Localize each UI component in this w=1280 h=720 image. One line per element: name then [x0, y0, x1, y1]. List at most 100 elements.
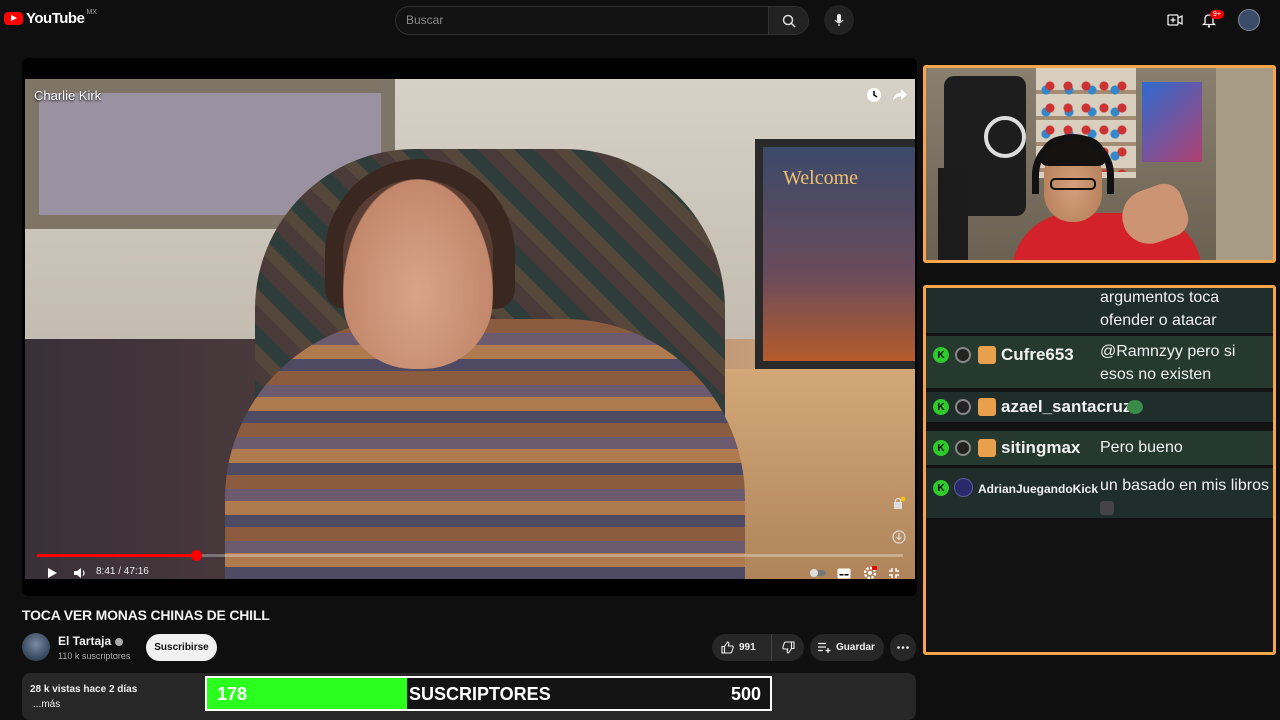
create-button[interactable]	[1165, 10, 1185, 30]
like-button[interactable]: 991	[712, 634, 772, 661]
more-horizontal-icon	[897, 646, 909, 649]
chat-message: K AdrianJuegandoKick un basado en mis li…	[926, 468, 1273, 518]
channel-name[interactable]: El Tartaja	[58, 634, 111, 648]
voice-search-button[interactable]	[824, 5, 854, 35]
sub-badge-icon	[978, 346, 996, 364]
like-dislike-group: 991	[712, 634, 804, 661]
volume-button[interactable]	[70, 563, 90, 583]
play-icon	[48, 568, 57, 578]
youtube-play-icon	[4, 12, 23, 25]
chat-message-text: @Ramnzyy pero si esos no existen	[1100, 343, 1236, 383]
share-icon	[893, 89, 907, 101]
streamer-glasses	[1050, 178, 1096, 190]
user-avatar-icon	[954, 478, 973, 497]
search-button[interactable]	[768, 7, 808, 34]
logo-text: YouTube	[26, 10, 85, 27]
video-player[interactable]: Welcome Charlie Kirk 8:41 / 47:16	[22, 58, 917, 596]
video-scene-shirt	[225, 319, 745, 579]
lock-info-icon	[894, 496, 906, 509]
play-button[interactable]	[42, 563, 62, 583]
more-actions-button[interactable]	[890, 634, 916, 661]
subscribe-button[interactable]: Suscribirse	[146, 634, 217, 661]
sub-badge-icon	[978, 398, 996, 416]
thumbs-down-icon	[781, 641, 795, 654]
verified-icon	[115, 637, 124, 646]
mic-icon	[834, 14, 844, 26]
playlist-add-icon	[818, 642, 831, 653]
clock-icon	[867, 88, 881, 102]
show-more-link[interactable]: ...más	[33, 699, 60, 710]
subscriber-count: 110 k suscriptores	[58, 651, 131, 661]
subscriber-goal-bar: 178 SUSCRIPTORES 500	[205, 676, 772, 711]
chat-emote-icon	[1100, 501, 1114, 515]
save-label: Guardar	[836, 642, 875, 653]
channel-avatar[interactable]	[22, 633, 50, 661]
download-icon	[892, 530, 906, 544]
chat-username: azael_santacruz	[1001, 397, 1132, 416]
autoplay-toggle-icon	[810, 569, 826, 577]
subtitles-button[interactable]	[834, 563, 854, 583]
chat-username: Cufre653	[1001, 345, 1074, 364]
dislike-button[interactable]	[772, 634, 804, 661]
webcam-overlay	[923, 65, 1276, 263]
like-count: 991	[739, 642, 756, 653]
save-button[interactable]: Guardar	[810, 634, 884, 661]
notification-count-badge: 9+	[1210, 10, 1224, 19]
user-badge-icon	[955, 440, 971, 456]
sub-badge-icon	[978, 439, 996, 457]
top-bar: YouTube MX 9+	[0, 0, 1280, 40]
chat-emote-icon	[1127, 400, 1143, 414]
gear-icon	[863, 566, 877, 580]
account-avatar[interactable]	[1238, 9, 1260, 31]
progress-bar[interactable]	[37, 550, 903, 561]
user-badge-icon	[955, 347, 971, 363]
screen: YouTube MX 9+ Welcome	[0, 0, 1280, 720]
chat-message: K sitingmax Pero bueno	[926, 431, 1273, 465]
subscriber-goal-label: SUSCRIPTORES	[409, 684, 551, 704]
hoodie-logo	[984, 116, 1026, 158]
logo-region: MX	[86, 9, 97, 16]
webcam-scene-mic	[938, 168, 968, 260]
chat-message-text: un basado en mis libros	[1100, 477, 1269, 494]
youtube-logo[interactable]: YouTube MX	[4, 9, 97, 27]
player-controls: 8:41 / 47:16	[22, 560, 917, 586]
kick-badge-icon: K	[933, 347, 949, 363]
webcam-scene-door	[1216, 68, 1273, 260]
progress-played	[37, 554, 197, 557]
poster-text: Welcome	[783, 167, 859, 189]
chat-message-text: argumentos toca ofender o atacar	[1100, 289, 1220, 329]
bot-button[interactable]	[890, 528, 908, 546]
share-button[interactable]	[891, 86, 909, 104]
time-display: 8:41 / 47:16	[96, 566, 149, 577]
search-icon	[782, 14, 796, 28]
view-stats: 28 k vistas hace 2 días	[30, 684, 138, 695]
chat-message: argumentos toca ofender o atacar	[926, 288, 1273, 333]
autoplay-toggle[interactable]	[808, 563, 828, 583]
volume-icon	[74, 568, 85, 578]
paid-promotion-button[interactable]	[890, 494, 908, 512]
video-scene-poster: Welcome	[755, 139, 915, 369]
chat-username: sitingmax	[1001, 438, 1081, 457]
search-input[interactable]	[406, 13, 766, 27]
webcam-scene-poster	[1142, 82, 1202, 162]
settings-button[interactable]	[860, 563, 880, 583]
thumbs-up-icon	[721, 641, 734, 654]
user-badge-icon	[955, 399, 971, 415]
video-overlay-title[interactable]: Charlie Kirk	[34, 88, 101, 103]
channel-name-row[interactable]: El Tartaja	[58, 634, 124, 648]
video-title: TOCA VER MONAS CHINAS DE CHILL	[22, 607, 270, 623]
chat-overlay: argumentos toca ofender o atacar K Cufre…	[923, 285, 1276, 655]
subscriber-goal-current: 178	[217, 684, 248, 704]
exit-fullscreen-button[interactable]	[884, 563, 904, 583]
video-frame[interactable]: Welcome	[25, 79, 915, 579]
kick-badge-icon: K	[933, 480, 949, 496]
watch-later-button[interactable]	[865, 86, 883, 104]
exit-fullscreen-icon	[889, 568, 899, 578]
create-video-icon	[1167, 14, 1183, 26]
captions-icon	[837, 568, 851, 578]
chat-message: K Cufre653 @Ramnzyy pero si esos no exis…	[926, 336, 1273, 388]
chat-username: AdrianJuegandoKick	[978, 482, 1099, 496]
video-scene-face	[343, 179, 493, 369]
kick-badge-icon: K	[933, 399, 949, 415]
subscriber-goal-target: 500	[730, 684, 761, 704]
